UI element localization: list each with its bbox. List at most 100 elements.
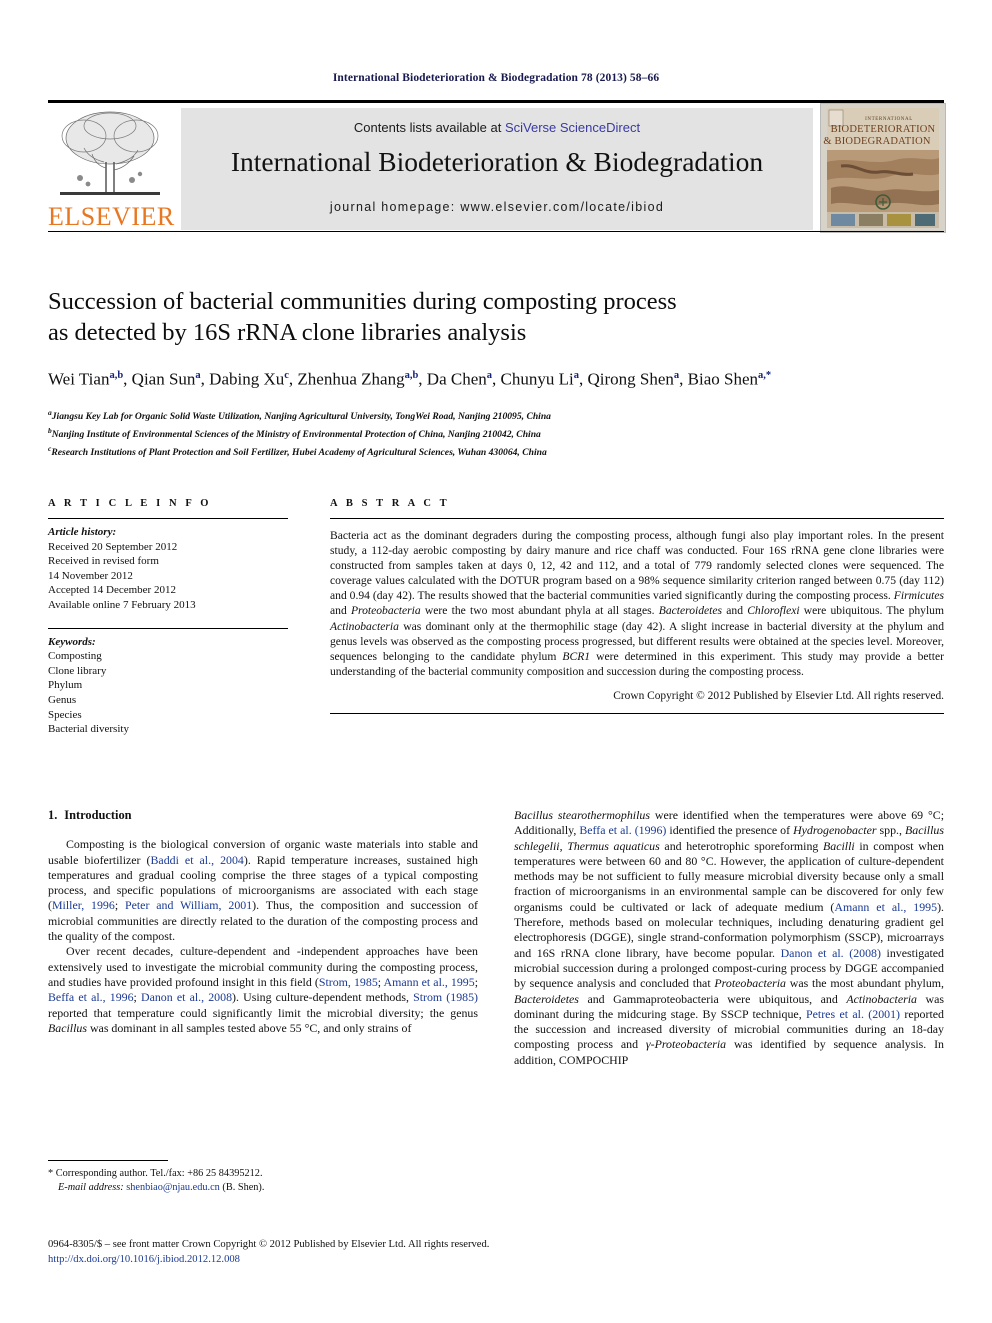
author-name: Biao Shen	[687, 369, 758, 389]
author-affiliation-marker: a	[486, 370, 493, 381]
taxon-name: Actinobacteria	[846, 991, 917, 1006]
keyword-item: Bacterial diversity	[48, 723, 129, 736]
author-name: Dabing Xu	[209, 369, 285, 389]
article-history-item: Accepted 14 December 2012	[48, 584, 176, 597]
body-paragraph: Bacillus stearothermophilus were identif…	[514, 808, 944, 1067]
citation-link[interactable]: Petres et al. (2001)	[806, 1007, 900, 1021]
affiliation-text: Jiangsu Key Lab for Organic Solid Waste …	[51, 411, 551, 423]
article-info-heading: A R T I C L E I N F O	[48, 498, 212, 509]
sciencedirect-link[interactable]: SciVerse ScienceDirect	[505, 120, 640, 135]
issn-copyright-line: 0964-8305/$ – see front matter Crown Cop…	[48, 1239, 490, 1250]
taxon-name: Proteobacteria	[714, 976, 786, 991]
section-title: Introduction	[64, 808, 132, 822]
journal-band: Contents lists available at SciVerse Sci…	[181, 108, 813, 230]
author-affiliation-marker: a,*	[758, 370, 772, 381]
keywords-label: Keywords:	[48, 635, 96, 648]
email-link[interactable]: shenbiao@njau.edu.cn	[126, 1182, 220, 1193]
svg-text:INTERNATIONAL: INTERNATIONAL	[865, 117, 913, 122]
citation-link[interactable]: Beffa et al. (1996)	[579, 823, 666, 837]
author-list: Wei Tiana,b, Qian Suna, Dabing Xuc, Zhen…	[48, 369, 772, 389]
author-name: Wei Tian	[48, 369, 110, 389]
author-affiliation-marker: a	[673, 370, 680, 381]
citation-link[interactable]: Miller, 1996	[52, 898, 115, 912]
author-affiliation-marker: c	[284, 370, 289, 381]
elsevier-tree-icon	[54, 108, 166, 200]
citation-link[interactable]: Strom (1985)	[413, 990, 478, 1004]
author-name: Zhenhua Zhang	[297, 369, 405, 389]
author-affiliation-marker: a	[573, 370, 579, 381]
article-history-item: Received 20 September 2012	[48, 540, 178, 553]
taxon-name: Thermus aquaticus	[567, 838, 660, 853]
elsevier-wordmark: ELSEVIER	[48, 202, 175, 231]
masthead-top-rule	[48, 100, 944, 103]
masthead-bottom-rule	[48, 231, 944, 232]
article-history-item: 14 November 2012	[48, 569, 133, 582]
page-footer: 0964-8305/$ – see front matter Crown Cop…	[48, 1238, 944, 1267]
taxon-name: Bacteroidetes	[658, 604, 723, 618]
affiliation-text: Nanjing Institute of Environmental Scien…	[51, 429, 541, 441]
author-name: Qirong Shen	[587, 369, 674, 389]
corresponding-author-footnote: * Corresponding author. Tel./fax: +86 25…	[48, 1160, 478, 1195]
taxon-name: Bacillus stearothermophilus	[514, 808, 650, 822]
affiliation-list: aJiangsu Key Lab for Organic Solid Waste…	[48, 406, 944, 459]
taxon-name: Chloroflexi	[747, 604, 800, 618]
journal-homepage-link[interactable]: journal homepage: www.elsevier.com/locat…	[181, 200, 813, 214]
journal-title: International Biodeterioration & Biodegr…	[230, 146, 764, 177]
abstract-copyright: Crown Copyright © 2012 Published by Else…	[613, 689, 944, 702]
taxon-name: Bacillus	[48, 1020, 87, 1035]
body-paragraph: Over recent decades, culture-dependent a…	[48, 944, 479, 1035]
paper-title-line2: as detected by 16S rRNA clone libraries …	[48, 319, 527, 346]
article-page: International Biodeterioration & Biodegr…	[0, 0, 992, 1323]
email-label: E-mail address:	[58, 1182, 124, 1193]
page-title: Succession of bacterial communities duri…	[48, 286, 944, 348]
body-column-right: Bacillus stearothermophilus were identif…	[514, 808, 944, 1068]
svg-text:& BIODEGRADATION: & BIODEGRADATION	[823, 136, 931, 147]
contents-available-line: Contents lists available at SciVerse Sci…	[181, 120, 813, 135]
affiliation-text: Research Institutions of Plant Protectio…	[51, 446, 547, 458]
introduction-left-text: Composting is the biological conversion …	[48, 837, 478, 1036]
author-affiliation-marker: a,b	[109, 370, 124, 381]
taxon-name: Hydrogenobacter	[793, 823, 877, 838]
abstract-rule	[330, 518, 944, 519]
taxon-name: Bacillus	[905, 823, 944, 838]
taxon-name: Bacillus	[514, 808, 553, 822]
paper-title-line1: Succession of bacterial communities duri…	[48, 288, 677, 315]
keyword-item: Species	[48, 708, 82, 721]
footnote-rule	[48, 1160, 168, 1161]
taxon-name: BCR1	[562, 649, 591, 663]
affiliation-item: bNanjing Institute of Environmental Scie…	[48, 424, 944, 442]
author-name: Qian Sun	[131, 369, 196, 389]
section-number: 1.	[48, 808, 58, 822]
keywords-block: Keywords: Composting Clone library Phylum G…	[48, 629, 288, 737]
article-history-block: Article history: Received 20 September 2…	[48, 519, 288, 613]
citation-link[interactable]: Strom, 1985	[319, 975, 378, 989]
citation-link[interactable]: Peter and William, 2001	[125, 898, 252, 912]
keyword-item: Clone library	[48, 664, 107, 677]
abstract-paragraph: Bacteria act as the dominant degraders d…	[330, 529, 944, 678]
citation-link[interactable]: Baddi et al., 2004	[151, 853, 244, 867]
author-affiliation-marker: a	[195, 370, 201, 381]
doi-link[interactable]: http://dx.doi.org/10.1016/j.ibiod.2012.1…	[48, 1253, 944, 1268]
taxon-name: Proteobacteria	[350, 604, 421, 618]
svg-text:BIODETERIORATION: BIODETERIORATION	[831, 124, 936, 135]
citation-link[interactable]: Amann et al., 1995	[384, 975, 475, 989]
citation-link[interactable]: Danon et al., 2008	[141, 990, 232, 1004]
author-affiliation-marker: a,b	[404, 370, 419, 381]
citation-link[interactable]: Beffa et al., 1996	[48, 990, 134, 1004]
author-name: Da Chen	[426, 369, 487, 389]
section-heading-introduction: 1. Introduction	[48, 808, 478, 823]
taxon-name: γ-Proteobacteria	[645, 1037, 727, 1052]
citation-link[interactable]: Danon et al. (2008)	[781, 946, 881, 960]
author-name: Chunyu Li	[500, 369, 574, 389]
article-history-label: Article history:	[48, 526, 117, 538]
contents-prefix: Contents lists available at	[353, 120, 505, 135]
article-history-lines: Received 20 September 2012 Received in re…	[48, 540, 288, 613]
abstract-bottom-rule	[330, 712, 944, 714]
keyword-item: Genus	[48, 693, 77, 706]
keyword-item: Composting	[48, 650, 102, 663]
abstract-heading: A B S T R A C T	[330, 498, 450, 509]
article-history-item: Available online 7 February 2013	[48, 598, 196, 611]
taxon-name: Actinobacteria	[330, 619, 399, 633]
citation-link[interactable]: Amann et al., 1995	[834, 900, 937, 914]
journal-masthead: ELSEVIER Contents lists available at Sci…	[48, 100, 946, 233]
